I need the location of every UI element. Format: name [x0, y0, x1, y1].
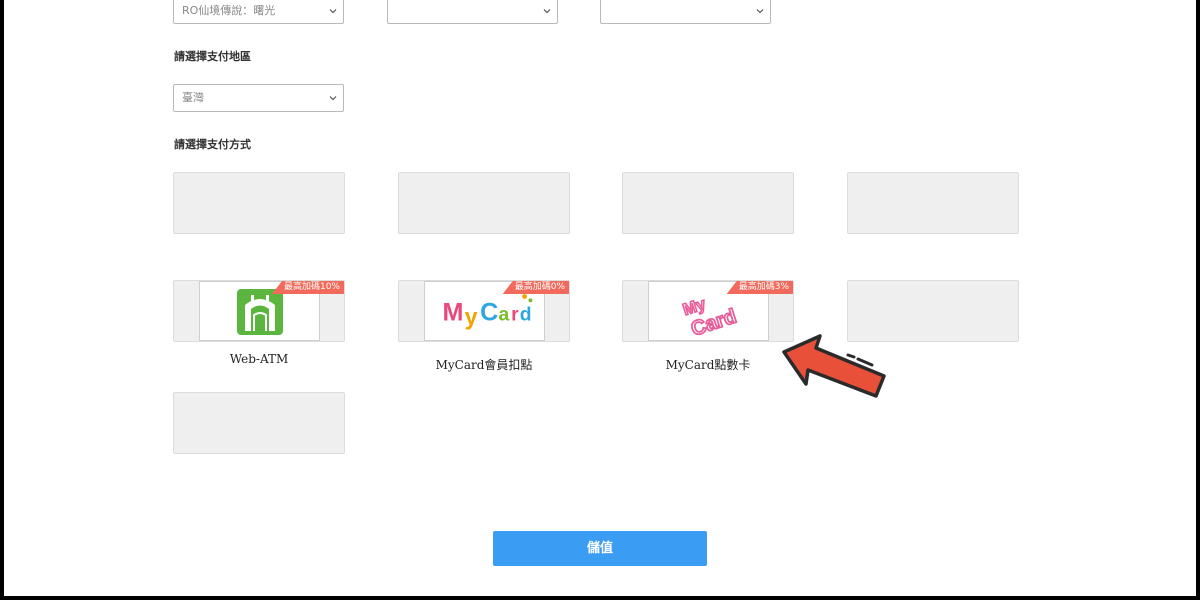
page: RO仙境傳說：曙光 請選擇支付地區 臺灣 請選擇支付方式 最高加碼10% Web…: [4, 0, 1196, 596]
svg-text:M: M: [442, 299, 463, 327]
chevron-down-icon: [329, 9, 337, 14]
bonus-badge: 最高加碼10%: [271, 281, 344, 294]
payment-option-blurred[interactable]: [622, 172, 794, 234]
chevron-down-icon: [756, 9, 764, 14]
svg-text:a: a: [499, 305, 510, 326]
method-label: 請選擇支付方式: [174, 138, 251, 151]
payment-option-blurred[interactable]: [173, 172, 345, 234]
svg-text:C: C: [480, 299, 498, 327]
region-label: 請選擇支付地區: [174, 50, 251, 63]
svg-text:y: y: [465, 304, 478, 330]
payment-option-web-atm[interactable]: 最高加碼10%: [173, 280, 345, 342]
chevron-down-icon: [329, 96, 337, 101]
svg-text:d: d: [520, 305, 532, 326]
payment-caption-mycard-card: MyCard點數卡: [665, 358, 751, 372]
pointer-arrow-icon: [782, 334, 886, 398]
server-select[interactable]: [387, 0, 558, 24]
bonus-badge: 最高加碼3%: [726, 281, 793, 294]
region-select[interactable]: 臺灣: [173, 84, 344, 112]
payment-option-blurred[interactable]: [173, 392, 345, 454]
payment-option-blurred[interactable]: [398, 172, 570, 234]
submit-button[interactable]: 儲值: [493, 531, 707, 566]
game-select[interactable]: RO仙境傳說：曙光: [173, 0, 344, 24]
payment-option-blurred[interactable]: [847, 172, 1019, 234]
game-select-value: RO仙境傳說：曙光: [182, 4, 276, 17]
payment-caption-web-atm: Web-ATM: [229, 352, 289, 366]
svg-text:r: r: [511, 305, 519, 326]
chevron-down-icon: [543, 9, 551, 14]
role-select[interactable]: [600, 0, 771, 24]
atm-icon: [237, 289, 283, 335]
payment-option-mycard-card[interactable]: My Card 最高加碼3%: [622, 280, 794, 342]
payment-caption-mycard-member: MyCard會員扣點: [435, 358, 533, 372]
bonus-badge: 最高加碼0%: [502, 281, 569, 294]
payment-option-mycard-member[interactable]: M y C a r d 最高加碼0%: [398, 280, 570, 342]
region-select-value: 臺灣: [182, 91, 204, 104]
